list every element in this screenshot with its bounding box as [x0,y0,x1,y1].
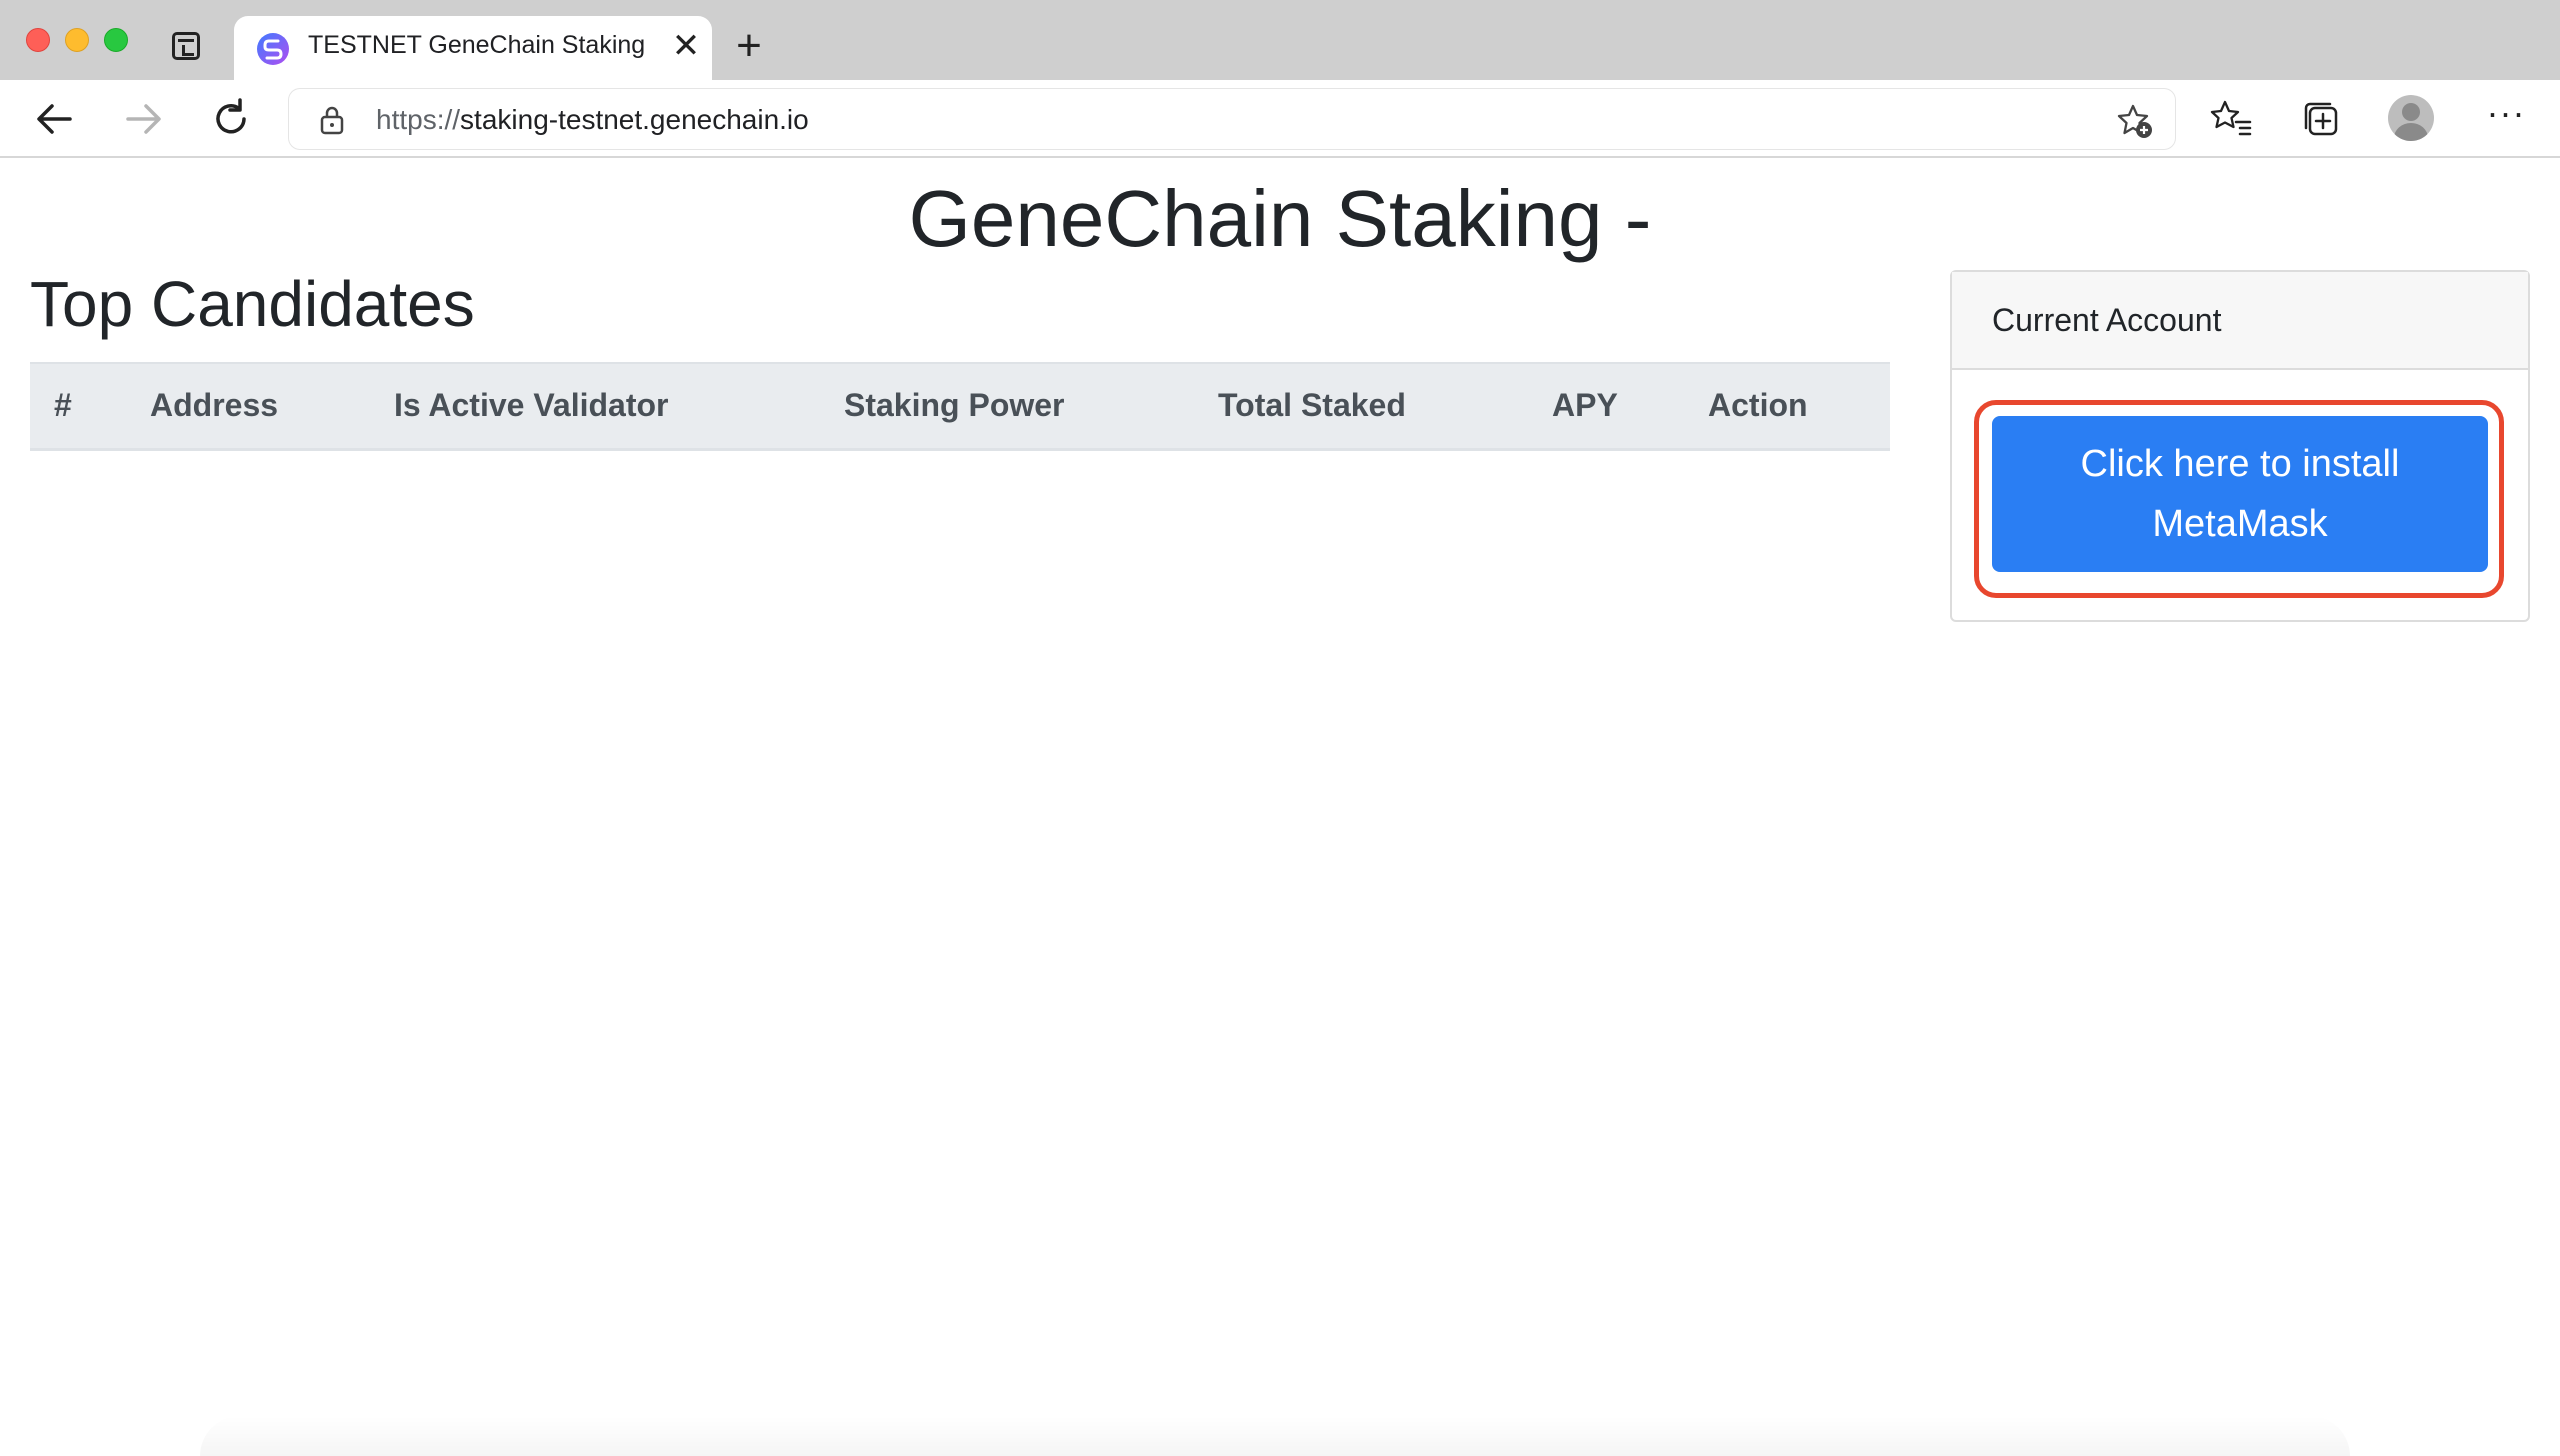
window-close-button[interactable] [26,28,50,52]
tab-title: TESTNET GeneChain Staking [308,31,646,59]
tab-close-icon[interactable]: ✕ [670,29,702,63]
more-horizontal-icon[interactable]: ··· [2486,95,2526,140]
favorites-list-icon[interactable] [2210,98,2252,140]
table-header-row: # Address Is Active Validator Staking Po… [30,363,1890,449]
forward-arrow-icon[interactable] [118,94,168,144]
column-header-index: # [54,387,72,424]
page-title: GeneChain Staking - [908,174,1652,263]
url-text[interactable]: https://staking-testnet.genechain.io [376,104,809,136]
card-header: Current Account [1952,272,2528,370]
window-zoom-button[interactable] [104,28,128,52]
genechain-favicon-icon [257,33,289,65]
lock-icon[interactable] [318,105,346,135]
collections-icon[interactable] [2300,98,2342,140]
column-header-total-staked: Total Staked [1218,387,1406,424]
back-arrow-icon[interactable] [30,94,80,144]
browser-toolbar: https://staking-testnet.genechain.io ··· [0,80,2560,158]
profile-avatar-icon[interactable] [2388,95,2434,141]
url-host: staking-testnet.genechain.io [460,104,809,135]
star-plus-icon[interactable] [2116,102,2154,140]
candidates-table: # Address Is Active Validator Staking Po… [30,362,1890,451]
browser-tab-bar: TESTNET GeneChain Staking ✕ + [0,0,2560,80]
column-header-action: Action [1708,387,1808,424]
column-header-apy: APY [1552,387,1618,424]
column-header-is-active-validator: Is Active Validator [394,387,669,424]
section-title: Top Candidates [30,268,475,340]
bottom-shadow [200,1416,2350,1456]
browser-tab[interactable]: TESTNET GeneChain Staking ✕ [234,16,712,80]
column-header-address: Address [150,387,279,424]
url-protocol: https:// [376,104,461,135]
address-bar[interactable]: https://staking-testnet.genechain.io [288,88,2176,150]
page-content: GeneChain Staking - Top Candidates # Add… [0,160,2560,1456]
tab-actions-icon[interactable] [172,32,200,60]
window-minimize-button[interactable] [65,28,89,52]
install-metamask-button[interactable]: Click here to install MetaMask [1992,416,2488,572]
column-header-staking-power: Staking Power [844,387,1065,424]
new-tab-button[interactable]: + [728,24,770,68]
refresh-icon[interactable] [206,94,256,144]
current-account-card: Current Account Click here to install Me… [1950,270,2530,622]
